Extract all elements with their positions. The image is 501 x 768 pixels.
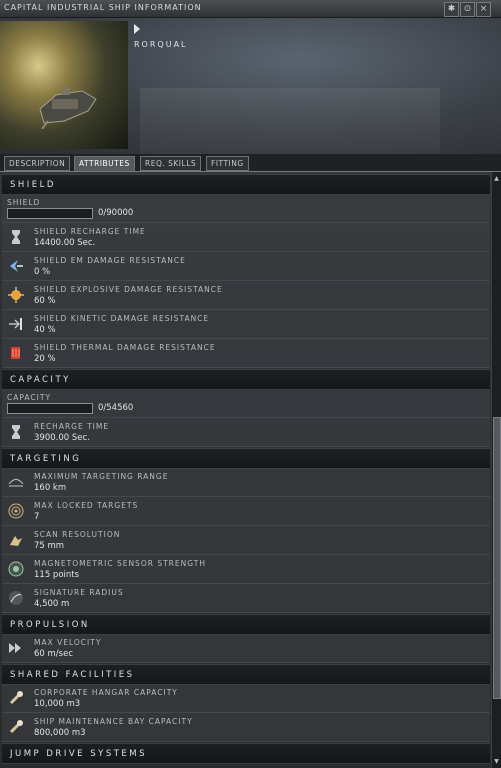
- attribute-label: MAX LOCKED TARGETS: [34, 501, 139, 510]
- attribute-label: CORPORATE HANGAR CAPACITY: [34, 688, 178, 697]
- tab-description[interactable]: DESCRIPTION: [4, 156, 71, 171]
- attribute-value: 160 km: [34, 483, 67, 493]
- attribute-label: MAXIMUM TARGETING RANGE: [34, 472, 169, 481]
- attribute-value: 800,000 m3: [34, 728, 86, 738]
- ship-header: RORQUAL: [0, 18, 501, 154]
- section-title: TARGETING: [10, 454, 82, 464]
- scrollbar[interactable]: ▲ ▼: [491, 172, 501, 768]
- tab-bar: DESCRIPTION ATTRIBUTES REQ. SKILLS FITTI…: [0, 154, 501, 172]
- attribute-row: SHIP MAINTENANCE BAY CAPACITY 800,000 m3: [2, 713, 490, 742]
- attribute-value: 75 mm: [34, 541, 65, 551]
- attribute-label: SHIP MAINTENANCE BAY CAPACITY: [34, 717, 193, 726]
- attribute-row: SCAN RESOLUTION 75 mm: [2, 526, 490, 555]
- scroll-down-icon[interactable]: ▼: [492, 757, 501, 766]
- attribute-value: 10,000 m3: [34, 699, 81, 709]
- capacity-progress-bar: [7, 403, 93, 414]
- attribute-label: SHIELD EXPLOSIVE DAMAGE RESISTANCE: [34, 285, 223, 294]
- attribute-value: 7: [34, 512, 40, 522]
- shield-bar-row: SHIELD 0/90000: [2, 194, 490, 223]
- scroll-up-icon[interactable]: ▲: [492, 174, 501, 183]
- tab-req-skills[interactable]: REQ. SKILLS: [140, 156, 202, 171]
- attribute-label: RECHARGE TIME: [34, 422, 110, 431]
- attribute-row: MAXIMUM TARGETING RANGE 160 km: [2, 468, 490, 497]
- ship-name: RORQUAL: [134, 40, 188, 49]
- attribute-row: MAGNETOMETRIC SENSOR STRENGTH 115 points: [2, 555, 490, 584]
- attribute-value: 115 points: [34, 570, 80, 580]
- section-targeting[interactable]: TARGETING: [2, 448, 490, 469]
- attribute-row: SIGNATURE RADIUS 4,500 m: [2, 584, 490, 613]
- attribute-value: 14400.00 Sec.: [34, 238, 96, 248]
- scan-icon: [10, 536, 22, 546]
- section-title: PROPULSION: [10, 620, 90, 630]
- minimize-icon[interactable]: ⊙: [460, 2, 475, 17]
- section-shield[interactable]: SHIELD: [2, 174, 490, 195]
- section-title: SHIELD: [10, 180, 56, 190]
- ship-info-window: CAPITAL INDUSTRIAL SHIP INFORMATION ✱ ⊙ …: [0, 0, 501, 768]
- close-icon[interactable]: ×: [476, 2, 491, 17]
- section-jump-drive[interactable]: JUMP DRIVE SYSTEMS: [2, 743, 490, 764]
- window-title: CAPITAL INDUSTRIAL SHIP INFORMATION: [4, 3, 202, 12]
- attribute-label: MAGNETOMETRIC SENSOR STRENGTH: [34, 559, 206, 568]
- capacity-value: 0/54560: [98, 403, 134, 413]
- maintenance-bay-icon: [9, 720, 23, 734]
- pin-icon[interactable]: ✱: [444, 2, 459, 17]
- tab-fitting[interactable]: FITTING: [206, 156, 249, 171]
- hangar-icon: [9, 691, 23, 705]
- tab-attributes[interactable]: ATTRIBUTES: [74, 156, 135, 171]
- section-title: JUMP DRIVE SYSTEMS: [10, 749, 148, 759]
- capacity-bar-row: CAPACITY 0/54560: [2, 389, 490, 418]
- velocity-icon: [9, 643, 21, 653]
- target-icon: [8, 503, 24, 519]
- attribute-row: MAX LOCKED TARGETS 7: [2, 497, 490, 526]
- title-bar[interactable]: CAPITAL INDUSTRIAL SHIP INFORMATION ✱ ⊙ …: [0, 0, 501, 18]
- section-title: SHARED FACILITIES: [10, 670, 135, 680]
- attribute-label: SHIELD KINETIC DAMAGE RESISTANCE: [34, 314, 210, 323]
- attributes-list: SHIELD SHIELD 0/90000 SHIELD RECHARGE TI…: [2, 172, 490, 768]
- attribute-row: SHIELD RECHARGE TIME 14400.00 Sec.: [2, 223, 490, 252]
- section-propulsion[interactable]: PROPULSION: [2, 614, 490, 635]
- scroll-thumb[interactable]: [493, 417, 501, 699]
- attribute-label: SHIELD RECHARGE TIME: [34, 227, 146, 236]
- ship-image-icon: [39, 87, 97, 129]
- attribute-value: 4,500 m: [34, 599, 70, 609]
- kinetic-resist-icon: [9, 318, 22, 330]
- attribute-row: RECHARGE TIME 3900.00 Sec.: [2, 418, 490, 447]
- em-resist-icon: [10, 260, 23, 272]
- shield-progress-bar: [7, 208, 93, 219]
- section-title: CAPACITY: [10, 375, 71, 385]
- attribute-row: MAX VELOCITY 60 m/sec: [2, 634, 490, 663]
- thermal-resist-icon: [11, 347, 20, 359]
- attribute-label: MAX VELOCITY: [34, 638, 102, 647]
- attribute-value: 3900.00 Sec.: [34, 433, 90, 443]
- hourglass-icon: [12, 230, 20, 244]
- attribute-row: SHIELD EM DAMAGE RESISTANCE 0 %: [2, 252, 490, 281]
- attribute-label: SHIELD EM DAMAGE RESISTANCE: [34, 256, 186, 265]
- hourglass-icon: [12, 425, 20, 439]
- attribute-value: 0 %: [34, 267, 51, 277]
- attribute-label: SHIELD THERMAL DAMAGE RESISTANCE: [34, 343, 216, 352]
- attribute-value: 20 %: [34, 354, 56, 364]
- range-icon: [8, 479, 24, 487]
- capacity-label: CAPACITY: [7, 393, 52, 402]
- signature-icon: [9, 591, 23, 605]
- attribute-row: SHIELD KINETIC DAMAGE RESISTANCE 40 %: [2, 310, 490, 339]
- background-structure: [140, 88, 440, 154]
- attribute-label: SCAN RESOLUTION: [34, 530, 121, 539]
- attribute-value: 40 %: [34, 325, 56, 335]
- attribute-row: CORPORATE HANGAR CAPACITY 10,000 m3: [2, 684, 490, 713]
- sensor-icon: [8, 561, 24, 577]
- section-capacity[interactable]: CAPACITY: [2, 369, 490, 390]
- attribute-row: SHIELD EXPLOSIVE DAMAGE RESISTANCE 60 %: [2, 281, 490, 310]
- attribute-value: 60 m/sec: [34, 649, 73, 659]
- explosive-resist-icon: [8, 287, 24, 303]
- shield-label: SHIELD: [7, 198, 41, 207]
- attribute-row: SHIELD THERMAL DAMAGE RESISTANCE 20 %: [2, 339, 490, 368]
- expand-arrow-icon[interactable]: [134, 24, 140, 34]
- section-shared-facilities[interactable]: SHARED FACILITIES: [2, 664, 490, 685]
- ship-thumbnail[interactable]: [0, 21, 128, 149]
- attribute-label: SIGNATURE RADIUS: [34, 588, 124, 597]
- shield-value: 0/90000: [98, 208, 134, 218]
- attribute-value: 60 %: [34, 296, 56, 306]
